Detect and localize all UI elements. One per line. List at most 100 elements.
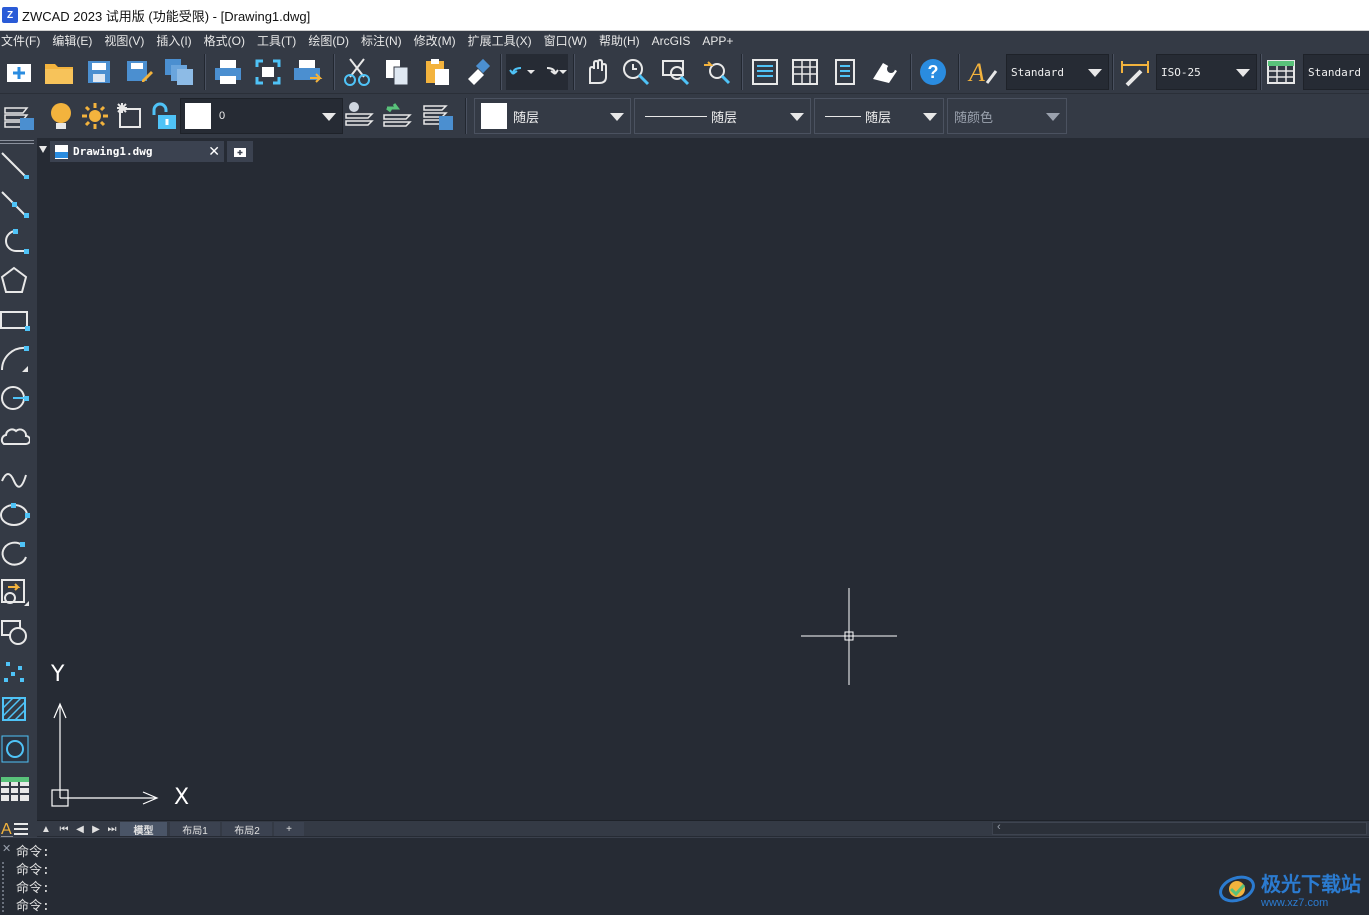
menu-item-9[interactable]: 扩展工具(X) [468, 32, 539, 49]
watermark-logo-icon [1219, 875, 1255, 902]
polyline-icon[interactable] [0, 224, 30, 260]
rectangle-icon[interactable] [0, 302, 30, 338]
close-icon[interactable]: ✕ [208, 144, 220, 160]
menu-item-13[interactable]: APP+ [702, 34, 740, 48]
command-prompt-line[interactable]: 命令: [16, 895, 50, 914]
scroll-left-icon[interactable]: ‹ [997, 821, 1001, 833]
point-icon[interactable] [0, 653, 30, 689]
menu-item-4[interactable]: 格式(O) [204, 32, 252, 49]
tab-layout1[interactable]: 布局1 [170, 822, 220, 837]
text-style-icon[interactable]: A [966, 54, 1000, 90]
color-value: 随层 [513, 109, 540, 125]
tool-palette-icon[interactable] [828, 54, 862, 90]
close-command-icon[interactable]: ✕ [2, 842, 11, 855]
region-icon[interactable] [0, 731, 30, 767]
save-icon[interactable] [82, 54, 116, 90]
pan-hand-icon[interactable] [579, 54, 613, 90]
menu-item-12[interactable]: ArcGIS [652, 34, 698, 48]
tab-drawing1[interactable]: Drawing1.dwg ✕ [50, 141, 224, 162]
menu-item-3[interactable]: 插入(I) [156, 32, 198, 49]
arc-icon[interactable] [0, 341, 30, 377]
zoom-window-icon[interactable] [659, 54, 693, 90]
line-icon[interactable] [0, 146, 30, 182]
prev-layout-icon[interactable]: ◀ [73, 822, 87, 836]
next-layout-icon[interactable]: ▶ [89, 822, 103, 836]
tab-layout2[interactable]: 布局2 [222, 822, 272, 837]
make-current-layer-icon[interactable] [343, 98, 377, 134]
command-grip[interactable] [2, 862, 10, 912]
layer-freeze-sun-icon[interactable] [78, 98, 112, 134]
drawing-canvas[interactable]: Y X [37, 162, 1369, 820]
match-properties-icon[interactable] [460, 54, 494, 90]
plot-icon[interactable] [291, 54, 325, 90]
ellipse-icon[interactable] [0, 497, 30, 533]
layer-lock-icon[interactable] [146, 98, 180, 134]
menu-bar: 文件(F) 编辑(E) 视图(V) 插入(I) 格式(O) 工具(T) 绘图(D) 标注(N)… [0, 31, 1369, 50]
dimension-style-icon[interactable] [1118, 54, 1152, 90]
horizontal-scrollbar[interactable]: ‹ [992, 821, 1367, 835]
command-window[interactable]: ✕ 命令: 命令: 命令: 命令: [0, 837, 1369, 915]
dimension-style-select[interactable]: ISO-25 [1156, 54, 1257, 90]
print-preview-icon[interactable] [251, 54, 285, 90]
table-icon[interactable] [0, 770, 30, 806]
toolbar-grip[interactable] [0, 140, 34, 144]
tab-list-dropdown-icon[interactable] [39, 146, 47, 153]
lineweight-select[interactable]: 随层 [814, 98, 944, 134]
cut-icon[interactable] [340, 54, 374, 90]
save-as-icon[interactable] [122, 54, 156, 90]
design-center-icon[interactable] [788, 54, 822, 90]
multi-save-icon[interactable] [162, 54, 196, 90]
color-swatch [481, 103, 507, 129]
layout-scroll-up-icon[interactable]: ▲ [39, 822, 53, 836]
color-select[interactable]: 随层 [474, 98, 631, 134]
layer-select[interactable]: 0 [180, 98, 343, 134]
open-folder-icon[interactable] [42, 54, 76, 90]
plot-style-select[interactable]: 随颜色 [947, 98, 1067, 134]
undo-redo-group[interactable] [506, 54, 568, 90]
menu-item-0[interactable]: 文件(F) [1, 32, 47, 49]
menu-item-11[interactable]: 帮助(H) [599, 32, 647, 49]
ellipse-arc-icon[interactable] [0, 536, 30, 572]
menu-item-1[interactable]: 编辑(E) [52, 32, 99, 49]
new-file-icon[interactable] [2, 54, 36, 90]
hatch-icon[interactable] [0, 692, 30, 728]
paste-icon[interactable] [420, 54, 454, 90]
copy-icon[interactable] [380, 54, 414, 90]
make-block-icon[interactable] [0, 614, 30, 650]
watermark: 极光下载站 www.xz7.com [1217, 868, 1361, 909]
polygon-icon[interactable] [0, 263, 30, 299]
menu-item-6[interactable]: 绘图(D) [308, 32, 356, 49]
layer-states-icon[interactable] [421, 98, 455, 134]
linetype-select[interactable]: 随层 [634, 98, 811, 134]
circle-icon[interactable] [0, 380, 30, 416]
new-tab-button[interactable] [227, 141, 253, 162]
spline-icon[interactable] [0, 458, 30, 494]
help-icon[interactable]: ? [916, 54, 950, 90]
layer-previous-icon[interactable] [381, 98, 415, 134]
add-layout-button[interactable]: + [274, 822, 304, 836]
properties-palette-icon[interactable] [748, 54, 782, 90]
layer-viewport-freeze-icon[interactable] [112, 98, 146, 134]
first-layout-icon[interactable]: ⏮ [57, 822, 71, 836]
last-layout-icon[interactable]: ⏭ [105, 822, 119, 836]
revision-cloud-icon[interactable] [0, 419, 30, 455]
tab-label: Drawing1.dwg [73, 145, 153, 158]
layer-manager-icon[interactable] [2, 98, 36, 134]
menu-item-8[interactable]: 修改(M) [414, 32, 463, 49]
table-style-icon[interactable] [1265, 54, 1299, 90]
table-style-select[interactable]: Standard [1303, 54, 1369, 90]
construction-line-icon[interactable] [0, 185, 30, 221]
menu-item-10[interactable]: 窗口(W) [544, 32, 594, 49]
zoom-previous-icon[interactable] [699, 54, 733, 90]
layer-on-bulb-icon[interactable] [44, 98, 78, 134]
text-style-select[interactable]: Standard [1006, 54, 1109, 90]
menu-item-2[interactable]: 视图(V) [104, 32, 151, 49]
tab-model[interactable]: 模型 [120, 822, 167, 837]
menu-item-5[interactable]: 工具(T) [257, 32, 303, 49]
print-icon[interactable] [211, 54, 245, 90]
markup-icon[interactable] [868, 54, 902, 90]
toolbar-separator [958, 54, 960, 90]
zoom-realtime-icon[interactable] [619, 54, 653, 90]
insert-block-icon[interactable] [0, 575, 30, 611]
menu-item-7[interactable]: 标注(N) [361, 32, 409, 49]
